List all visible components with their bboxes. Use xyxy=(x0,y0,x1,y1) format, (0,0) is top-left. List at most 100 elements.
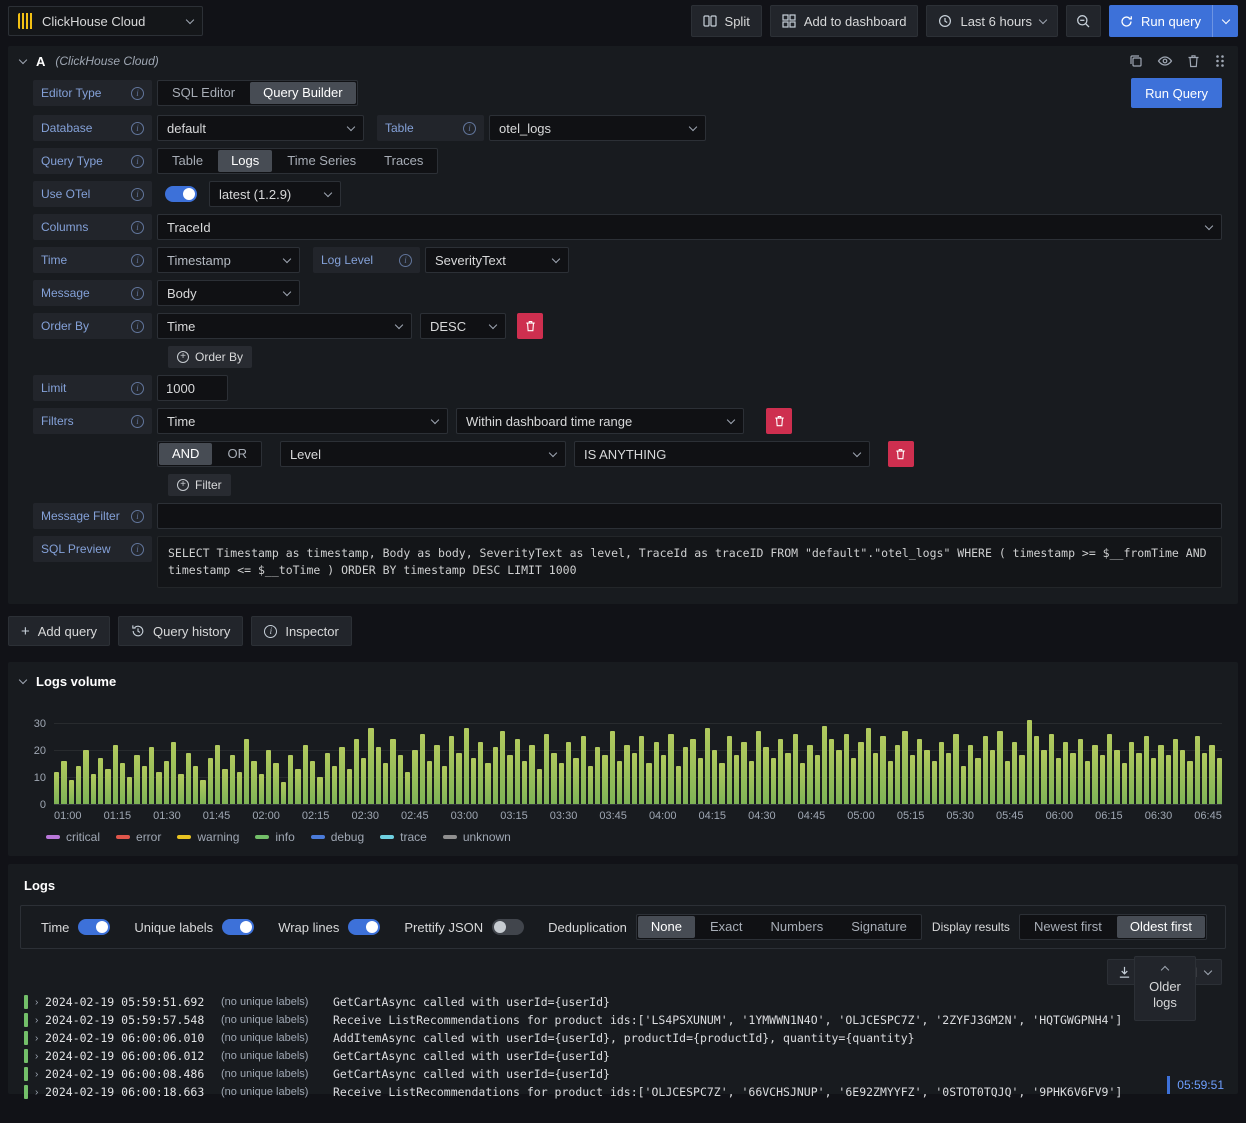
time-range-picker[interactable]: Last 6 hours xyxy=(926,5,1059,37)
inspector-button[interactable]: i Inspector xyxy=(251,616,352,646)
volume-bar[interactable] xyxy=(441,766,447,804)
volume-bar[interactable] xyxy=(602,755,608,804)
volume-bar[interactable] xyxy=(938,742,945,804)
volume-bar[interactable] xyxy=(1209,745,1215,804)
remove-filter2-button[interactable] xyxy=(887,441,914,467)
volume-bar[interactable] xyxy=(1187,761,1193,804)
legend-item[interactable]: trace xyxy=(380,830,427,844)
volume-bar[interactable] xyxy=(902,731,908,804)
volume-bar[interactable] xyxy=(1092,745,1098,804)
info-icon[interactable]: i xyxy=(131,253,144,267)
volume-bar[interactable] xyxy=(726,736,733,804)
volume-bar[interactable] xyxy=(865,728,871,804)
volume-bar[interactable] xyxy=(149,747,155,804)
filter2-operator-select[interactable]: IS ANYTHING xyxy=(573,441,870,467)
volume-bar[interactable] xyxy=(639,736,645,804)
volume-bar[interactable] xyxy=(1004,761,1010,804)
volume-bar[interactable] xyxy=(229,755,235,804)
volume-bar[interactable] xyxy=(909,755,915,804)
log-row[interactable]: › 2024-02-19 06:00:08.486 (no unique label… xyxy=(24,1065,1222,1083)
volume-bar[interactable] xyxy=(119,763,126,804)
run-query-caret-button[interactable] xyxy=(1212,5,1238,37)
volume-bar[interactable] xyxy=(799,763,806,804)
volume-bar[interactable] xyxy=(1216,758,1222,804)
volume-bar[interactable] xyxy=(873,753,879,804)
volume-bar[interactable] xyxy=(214,745,221,804)
volume-bar[interactable] xyxy=(982,736,988,804)
volume-bar[interactable] xyxy=(1180,750,1186,804)
volume-bar[interactable] xyxy=(1011,742,1018,804)
volume-bar[interactable] xyxy=(829,739,835,804)
query-type-option-timeseries[interactable]: Time Series xyxy=(274,150,369,172)
filter2-column-select[interactable]: Level xyxy=(279,441,566,467)
volume-bar[interactable] xyxy=(251,761,257,804)
add-order-by-button[interactable]: + Order By xyxy=(168,346,253,368)
volume-bar[interactable] xyxy=(1143,736,1149,804)
volume-bar[interactable] xyxy=(419,734,425,804)
volume-bar[interactable] xyxy=(653,742,659,804)
volume-bar[interactable] xyxy=(697,758,703,804)
info-icon[interactable]: i xyxy=(131,381,144,395)
volume-bar[interactable] xyxy=(660,755,667,804)
run-query-button[interactable]: Run query xyxy=(1109,5,1212,37)
info-icon[interactable]: i xyxy=(131,286,144,300)
volume-bar[interactable] xyxy=(485,763,491,804)
volume-bar[interactable] xyxy=(288,755,294,804)
volume-bar[interactable] xyxy=(470,758,477,804)
volume-bar[interactable] xyxy=(68,780,74,804)
volume-bar[interactable] xyxy=(894,745,901,804)
volume-bar[interactable] xyxy=(777,739,784,804)
log-row[interactable]: › 2024-02-19 06:00:18.663 (no unique label… xyxy=(24,1083,1222,1101)
volume-bar[interactable] xyxy=(770,758,776,804)
filter1-operator-select[interactable]: Within dashboard time range xyxy=(456,408,744,434)
database-select[interactable]: default xyxy=(157,115,364,141)
volume-bar[interactable] xyxy=(1055,758,1062,804)
log-row[interactable]: › 2024-02-19 06:00:06.012 (no unique label… xyxy=(24,1047,1222,1065)
query-type-option-table[interactable]: Table xyxy=(159,150,216,172)
volume-bar[interactable] xyxy=(207,758,213,804)
volume-bar[interactable] xyxy=(1150,758,1157,804)
volume-bar[interactable] xyxy=(1077,739,1084,804)
volume-bar[interactable] xyxy=(851,758,857,804)
dedup-option-none[interactable]: None xyxy=(637,916,695,938)
volume-bar[interactable] xyxy=(448,736,455,804)
volume-bar[interactable] xyxy=(690,739,696,804)
volume-bar[interactable] xyxy=(1121,763,1127,804)
volume-bar[interactable] xyxy=(682,747,689,804)
volume-bar[interactable] xyxy=(1099,755,1105,804)
info-icon[interactable]: i xyxy=(131,121,144,135)
volume-bar[interactable] xyxy=(412,750,418,804)
volume-bar[interactable] xyxy=(112,745,118,804)
legend-item[interactable]: critical xyxy=(46,830,100,844)
volume-bar[interactable] xyxy=(1019,755,1025,804)
volume-bar[interactable] xyxy=(565,742,572,804)
prettify-json-toggle[interactable] xyxy=(492,919,525,935)
volume-bar[interactable] xyxy=(821,726,828,804)
volume-bar[interactable] xyxy=(134,755,140,804)
add-to-dashboard-button[interactable]: Add to dashboard xyxy=(769,5,919,37)
volume-bar[interactable] xyxy=(558,763,564,804)
volume-bar[interactable] xyxy=(200,780,206,804)
info-icon[interactable]: i xyxy=(463,121,476,135)
volume-bar[interactable] xyxy=(734,755,740,804)
volume-bar[interactable] xyxy=(624,745,630,804)
volume-bar[interactable] xyxy=(375,747,382,804)
volume-bar[interactable] xyxy=(163,761,169,804)
volume-bar[interactable] xyxy=(719,763,725,804)
volume-bar[interactable] xyxy=(514,739,520,804)
volume-bar[interactable] xyxy=(997,731,1003,804)
legend-item[interactable]: unknown xyxy=(442,830,511,844)
volume-bar[interactable] xyxy=(609,731,616,804)
volume-bar[interactable] xyxy=(192,766,199,804)
trash-icon[interactable] xyxy=(1187,54,1200,68)
volume-bar[interactable] xyxy=(814,755,820,804)
volume-bar[interactable] xyxy=(1172,739,1179,804)
volume-bar[interactable] xyxy=(1107,734,1113,804)
info-icon[interactable]: i xyxy=(131,319,144,333)
info-icon[interactable]: i xyxy=(131,542,144,556)
volume-bar[interactable] xyxy=(141,766,148,804)
query-type-option-traces[interactable]: Traces xyxy=(371,150,436,172)
volume-bar[interactable] xyxy=(843,734,850,804)
volume-bar[interactable] xyxy=(536,769,542,804)
dedup-option-exact[interactable]: Exact xyxy=(697,916,756,938)
